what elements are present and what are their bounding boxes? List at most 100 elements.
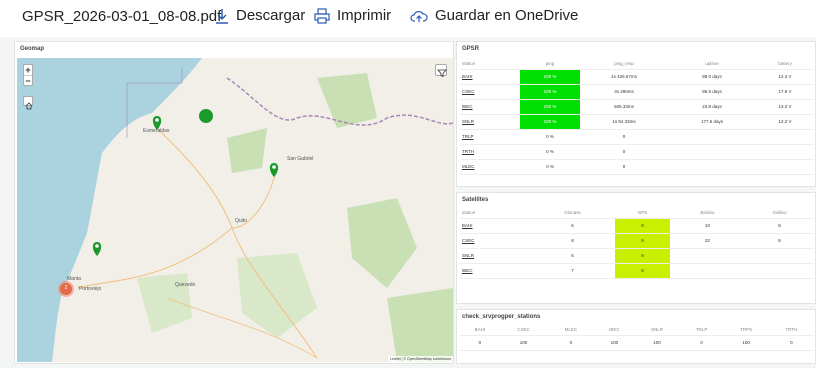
battery-cell: 12.2 V [756, 114, 814, 130]
ping-cell: 0 % [520, 159, 580, 175]
geomap-title: Geomap [20, 46, 45, 52]
column-header[interactable]: TRLP [679, 324, 724, 336]
city-label-san-gabriel: San Gabriel [287, 156, 314, 162]
station-link[interactable]: CSEC [460, 84, 520, 100]
column-header[interactable]: Beidou [670, 207, 745, 219]
city-label-esmeraldas: Esmeraldas [143, 128, 170, 134]
table-header-row: station Glonass GPS Beidou Galileo [460, 207, 814, 219]
satellites-table: station Glonass GPS Beidou Galileo BAHI … [460, 207, 814, 279]
station-link[interactable]: IBEC [460, 99, 520, 115]
ping-resp-cell: 505.33ms [580, 99, 668, 115]
geomap-panel: Geomap Esmeraldas San Gabriel Quito Mant… [14, 41, 454, 364]
print-button[interactable]: Imprimir [314, 7, 391, 24]
filter-icon [436, 69, 447, 77]
ping-cell: 100 % [520, 69, 580, 85]
station-link[interactable]: MLEC [460, 159, 520, 175]
document-filename: GPSR_2026-03-01_08-08.pdf [22, 8, 222, 25]
table-row: BAHI 100 % 1s 426.67ms 88.0 days 12.3 V [460, 69, 814, 85]
srv-value-cell: 0 [547, 335, 595, 351]
station-link[interactable]: CSEC [460, 233, 530, 249]
battery-cell [756, 144, 814, 160]
print-label: Imprimir [337, 7, 392, 24]
galileo-cell [745, 263, 814, 279]
galileo-cell: 8 [745, 233, 814, 249]
battery-cell: 17.6 V [756, 84, 814, 100]
map-canvas[interactable]: Esmeraldas San Gabriel Quito Manta Porto… [17, 58, 453, 362]
column-header[interactable]: uptime [668, 58, 756, 70]
home-button[interactable] [23, 96, 33, 109]
city-label-quito: Quito [235, 218, 247, 224]
gps-cell: 9 [615, 218, 670, 234]
ping-cell: 0 % [520, 144, 580, 160]
column-header[interactable]: MLEC [547, 324, 595, 336]
zoom-out-button[interactable]: − [24, 75, 32, 86]
srv-value-cell: 100 [594, 335, 635, 351]
column-header[interactable]: SNLR [634, 324, 680, 336]
station-link[interactable]: SNLR [460, 248, 530, 264]
galileo-cell [745, 248, 814, 264]
glonass-cell: 7 [530, 263, 615, 279]
gps-cell: 9 [615, 233, 670, 249]
table-row: BAHI 6 9 10 8 [460, 218, 814, 234]
home-icon [25, 101, 32, 109]
column-header[interactable]: IBEC [594, 324, 635, 336]
battery-cell: 13.2 V [756, 99, 814, 115]
column-header[interactable]: station [460, 58, 520, 70]
uptime-cell [668, 129, 756, 145]
station-link[interactable]: TRTH [460, 144, 520, 160]
save-onedrive-button[interactable]: Guardar en OneDrive [410, 7, 578, 24]
filter-button[interactable] [435, 64, 447, 77]
glonass-cell: 8 [530, 233, 615, 249]
column-header[interactable]: GPS [615, 207, 670, 219]
gps-cell: 9 [615, 248, 670, 264]
station-link[interactable]: TRLP [460, 129, 520, 145]
station-link[interactable]: BAHI [460, 69, 520, 85]
srv-stations-panel: check_srvprogper_stations BAHI CSEC MLEC… [456, 309, 816, 364]
ping-resp-cell: 1s 426.67ms [580, 69, 668, 85]
column-header[interactable]: TRPS [723, 324, 769, 336]
srv-stations-table: BAHI CSEC MLEC IBEC SNLR TRLP TRPS TRTH … [460, 324, 814, 351]
zoom-in-button[interactable]: + [24, 65, 32, 75]
uptime-cell: 86.5 days [668, 84, 756, 100]
column-header[interactable]: ping [520, 58, 580, 70]
city-label-quevedo: Quevedo [175, 282, 196, 288]
column-header[interactable]: battery [756, 58, 814, 70]
satellites-panel: Satellites station Glonass GPS Beidou Ga… [456, 192, 816, 304]
station-link[interactable]: BAHI [460, 218, 530, 234]
station-marker-cluster-green[interactable] [199, 109, 213, 123]
srv-value-cell: 100 [723, 335, 769, 351]
ping-resp-cell: 0 [580, 144, 668, 160]
table-row: CSEC 8 9 32 8 [460, 233, 814, 249]
ping-cell: 100 % [520, 84, 580, 100]
station-link[interactable]: IBEC [460, 263, 530, 279]
map-background [17, 58, 453, 362]
ping-cell: 100 % [520, 114, 580, 130]
printer-icon [314, 7, 330, 24]
column-header[interactable]: Galileo [745, 207, 814, 219]
zoom-control: + − [23, 64, 33, 86]
column-header[interactable]: ping_resp [580, 58, 668, 70]
column-header[interactable]: Glonass [530, 207, 615, 219]
map-attribution[interactable]: Leaflet | © OpenStreetMap contributors [388, 356, 453, 362]
srv-stations-title: check_srvprogper_stations [462, 314, 541, 320]
column-header[interactable]: CSEC [499, 324, 548, 336]
battery-cell [756, 159, 814, 175]
download-icon [216, 8, 228, 24]
gps-cell: 8 [615, 263, 670, 279]
ping-resp-cell: 1s 84.33ms [580, 114, 668, 130]
cloud-upload-icon [410, 10, 428, 22]
ping-resp-cell: 3s 290ms [580, 84, 668, 100]
column-header[interactable]: station [460, 207, 530, 219]
beidou-cell [670, 263, 745, 279]
station-link[interactable]: SNLR [460, 114, 520, 130]
table-row: 0 100 0 100 100 0 100 0 [460, 335, 814, 351]
download-label: Descargar [236, 7, 306, 24]
srv-value-cell: 0 [679, 335, 724, 351]
column-header[interactable]: TRTH [768, 324, 814, 336]
column-header[interactable]: BAHI [460, 324, 500, 336]
battery-cell: 12.3 V [756, 69, 814, 85]
table-row: SNLR 6 9 [460, 248, 814, 264]
download-button[interactable]: Descargar [215, 7, 305, 24]
table-row: CSEC 100 % 3s 290ms 86.5 days 17.6 V [460, 84, 814, 100]
cluster-count: 2 [64, 285, 68, 291]
